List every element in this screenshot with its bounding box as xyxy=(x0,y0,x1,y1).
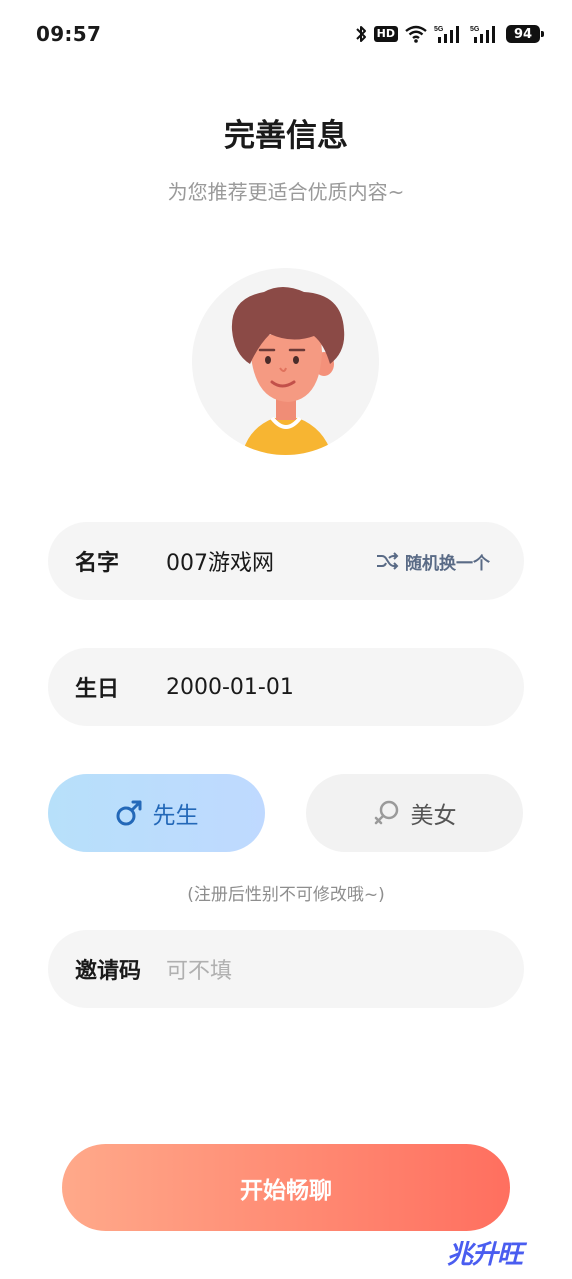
female-icon xyxy=(373,799,401,827)
gender-note: (注册后性别不可修改哦~) xyxy=(187,885,385,905)
gender-female-label: 美女 xyxy=(410,803,457,829)
birthday-label: 生日 xyxy=(75,677,120,702)
status-bar: 09:57 HD 5G 5G 94 xyxy=(0,0,572,68)
page-subtitle: 为您推荐更适合优质内容~ xyxy=(167,180,405,204)
male-icon xyxy=(115,799,143,827)
status-icons: HD 5G 5G 94 xyxy=(354,22,544,46)
hd-badge: HD xyxy=(373,26,398,42)
svg-text:5G: 5G xyxy=(470,26,480,33)
gender-female-button[interactable]: 美女 xyxy=(306,774,523,852)
svg-text:5G: 5G xyxy=(434,26,444,33)
signal-icon-sim1: 5G xyxy=(434,24,464,44)
battery-indicator: 94 xyxy=(506,25,544,43)
gender-male-label: 先生 xyxy=(152,803,199,829)
shuffle-icon xyxy=(375,551,399,571)
random-name-button[interactable]: 随机换一个 xyxy=(375,549,490,574)
bluetooth-icon xyxy=(354,24,368,44)
name-field[interactable]: 名字 007游戏网 随机换一个 xyxy=(48,522,524,600)
random-name-label: 随机换一个 xyxy=(405,553,490,574)
gender-male-button[interactable]: 先生 xyxy=(48,774,265,852)
start-chat-button[interactable]: 开始畅聊 xyxy=(62,1144,510,1231)
watermark-logo: 兆升旺 xyxy=(446,1240,523,1270)
status-time: 09:57 xyxy=(36,22,102,46)
name-label: 名字 xyxy=(75,551,120,576)
signal-icon-sim2: 5G xyxy=(470,24,500,44)
wifi-icon xyxy=(404,25,428,43)
birthday-input[interactable]: 2000-01-01 xyxy=(166,675,294,700)
name-input[interactable]: 007游戏网 xyxy=(166,545,274,577)
avatar-illustration xyxy=(231,287,345,455)
invite-code-field[interactable]: 邀请码 可不填 xyxy=(48,930,524,1008)
page-title: 完善信息 xyxy=(224,118,348,154)
invite-code-label: 邀请码 xyxy=(75,959,142,984)
avatar[interactable] xyxy=(192,268,379,455)
birthday-field[interactable]: 生日 2000-01-01 xyxy=(48,648,524,726)
invite-code-input[interactable]: 可不填 xyxy=(166,953,232,985)
